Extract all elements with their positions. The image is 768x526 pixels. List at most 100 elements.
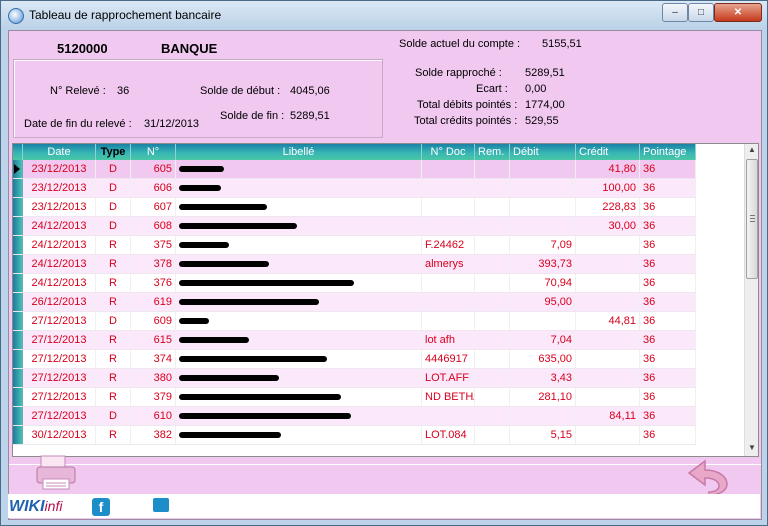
wikiinfi-logo[interactable]: WIKIinfi: [9, 498, 62, 516]
back-button[interactable]: [685, 457, 729, 497]
cell-debit: 393,73: [509, 254, 576, 274]
close-button[interactable]: ✕: [714, 3, 762, 22]
col-credit[interactable]: Crédit: [575, 144, 640, 160]
cell-type: D: [95, 216, 131, 236]
row-selector[interactable]: [13, 178, 23, 198]
table-row[interactable]: 27/12/2013 D 610 84,11 36: [13, 406, 696, 426]
row-selector[interactable]: [13, 254, 23, 274]
printer-icon: [36, 455, 76, 490]
cell-doc: [421, 160, 475, 179]
col-pointage[interactable]: Pointage: [639, 144, 696, 160]
table-row[interactable]: 24/12/2013 R 375 F.24462 7,09 36: [13, 235, 696, 255]
date-fin-value: 31/12/2013: [144, 118, 200, 130]
cell-date: 24/12/2013: [22, 235, 96, 255]
cell-debit: 7,09: [509, 235, 576, 255]
cell-credit: [575, 273, 640, 293]
cell-rem: [474, 425, 510, 445]
maximize-button[interactable]: □: [688, 3, 714, 22]
table-row[interactable]: 27/12/2013 R 374 4446917 635,00 36: [13, 349, 696, 369]
table-row[interactable]: 23/12/2013 D 605 41,80 36: [13, 160, 696, 179]
table-row[interactable]: 27/12/2013 D 609 44,81 36: [13, 311, 696, 331]
current-row-arrow-icon[interactable]: [13, 160, 23, 179]
cell-type: R: [95, 330, 131, 350]
cell-num: 610: [130, 406, 176, 426]
cell-num: 378: [130, 254, 176, 274]
row-selector[interactable]: [13, 273, 23, 293]
row-selector[interactable]: [13, 292, 23, 312]
cell-credit: [575, 292, 640, 312]
vertical-scrollbar[interactable]: ▲ ▼: [744, 144, 758, 456]
cell-type: R: [95, 235, 131, 255]
table-row[interactable]: 27/12/2013 R 380 LOT.AFF 3,43 36: [13, 368, 696, 388]
table-row[interactable]: 27/12/2013R379 ND BETHA 281,10 36: [13, 387, 696, 407]
cell-num: 608: [130, 216, 176, 236]
table-row[interactable]: 23/12/2013 D 607 228,83 36: [13, 197, 696, 217]
row-selector[interactable]: [13, 216, 23, 236]
col-doc[interactable]: N° Doc: [421, 144, 475, 160]
row-selector[interactable]: [13, 330, 23, 350]
table-row[interactable]: 27/12/2013 R 615 lot afh 7,04 36: [13, 330, 696, 350]
reconciliation-table[interactable]: Date Type N° Libellé N° Doc Rem. Débit C…: [12, 143, 759, 457]
facebook-icon[interactable]: f: [92, 498, 110, 516]
row-selector[interactable]: [13, 368, 23, 388]
cell-num: 619: [130, 292, 176, 312]
scroll-up-icon[interactable]: ▲: [746, 144, 758, 156]
row-selector[interactable]: [13, 406, 23, 426]
solde-rapproche-value: 5289,51: [525, 67, 565, 79]
col-libelle[interactable]: Libellé: [175, 144, 422, 160]
table-row[interactable]: 30/12/2013 R 382 LOT.084 5,15 36: [13, 425, 696, 445]
undo-arrow-icon: [687, 459, 728, 496]
cell-rem: [474, 368, 510, 388]
cell-type: R: [95, 292, 131, 312]
cell-date: 27/12/2013: [22, 368, 96, 388]
scroll-thumb[interactable]: [746, 159, 758, 279]
redacted-label: [179, 204, 267, 211]
row-selector[interactable]: [13, 197, 23, 217]
cell-libelle: [175, 311, 422, 331]
releve-value: 36: [117, 85, 130, 97]
cell-debit: 70,94: [509, 273, 576, 293]
cell-pointage: 36: [639, 311, 696, 331]
cell-libelle: [175, 197, 422, 217]
solde-actuel-label: Solde actuel du compte :: [399, 38, 521, 50]
row-selector[interactable]: [13, 235, 23, 255]
cell-rem: [474, 292, 510, 312]
minimize-button[interactable]: –: [662, 3, 688, 22]
cell-num: 607: [130, 197, 176, 217]
table-row[interactable]: 23/12/2013 D 606 100,00 36: [13, 178, 696, 198]
scroll-down-icon[interactable]: ▼: [746, 442, 758, 454]
cell-type: D: [95, 178, 131, 198]
table-row[interactable]: 24/12/2013 R 376 70,94 36: [13, 273, 696, 293]
row-selector[interactable]: [13, 349, 23, 369]
chat-icon[interactable]: [153, 498, 169, 512]
cell-type: D: [95, 311, 131, 331]
cell-pointage: 36: [639, 425, 696, 445]
date-fin-label: Date de fin du relevé :: [24, 118, 132, 130]
col-rem[interactable]: Rem.: [474, 144, 510, 160]
cell-rem: [474, 406, 510, 426]
row-selector[interactable]: [13, 311, 23, 331]
cell-libelle: [175, 387, 422, 407]
col-type[interactable]: Type: [95, 144, 131, 160]
print-button[interactable]: [35, 453, 79, 493]
cell-doc: LOT.084: [421, 425, 475, 445]
cell-debit: [509, 160, 576, 179]
col-debit[interactable]: Débit: [509, 144, 576, 160]
table-row[interactable]: 24/12/2013 R 378 almerys 393,73 36: [13, 254, 696, 274]
row-selector[interactable]: [13, 387, 23, 407]
col-num[interactable]: N°: [130, 144, 176, 160]
row-selector[interactable]: [13, 425, 23, 445]
redacted-label: [179, 223, 297, 230]
cell-num: 605: [130, 160, 176, 179]
cell-doc: [421, 273, 475, 293]
cell-doc: [421, 178, 475, 198]
cell-credit: 44,81: [575, 311, 640, 331]
table-row[interactable]: 26/12/2013 R 619 95,00 36: [13, 292, 696, 312]
col-date[interactable]: Date: [22, 144, 96, 160]
table-row[interactable]: 24/12/2013 D 608 30,00 36: [13, 216, 696, 236]
cell-debit: [509, 178, 576, 198]
redacted-label: [179, 166, 224, 173]
cell-rem: [474, 216, 510, 236]
redacted-label: [179, 318, 209, 325]
cell-date: 27/12/2013: [22, 349, 96, 369]
